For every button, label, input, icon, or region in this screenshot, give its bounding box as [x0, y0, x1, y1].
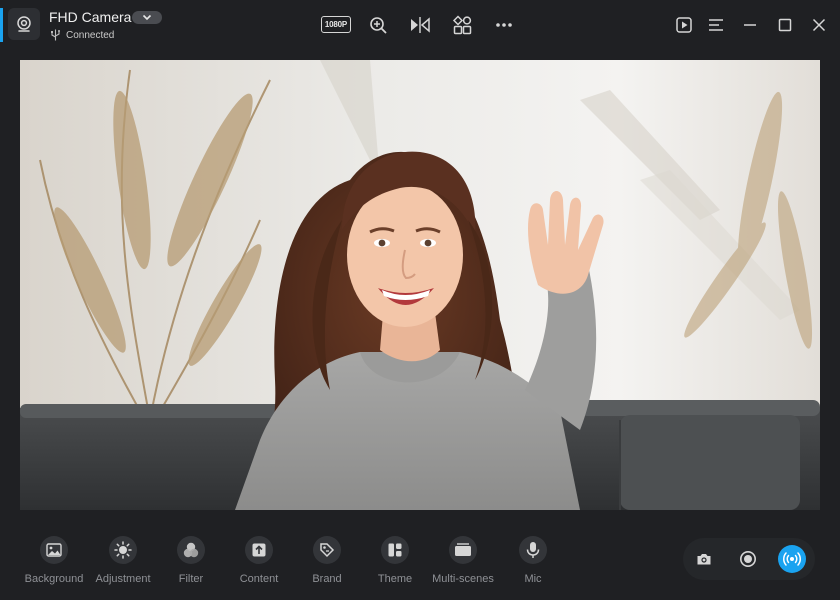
- connection-status: Connected: [51, 29, 114, 41]
- chevron-down-icon: [142, 14, 152, 21]
- microphone-icon: [519, 536, 547, 564]
- toolbar-brand-button[interactable]: Brand: [297, 536, 357, 596]
- toolbar-label: Brand: [312, 573, 342, 585]
- toolbar-label: Theme: [377, 573, 413, 585]
- camera-feed-image: [20, 60, 820, 510]
- toolbar-label: Mic: [524, 573, 542, 585]
- title-bar: FHD Camera Connected 1080P: [0, 0, 840, 50]
- toolbar-adjustment-button[interactable]: Adjustment: [93, 536, 153, 596]
- widgets-icon[interactable]: [450, 14, 474, 36]
- filter-icon: [177, 536, 205, 564]
- close-icon[interactable]: [807, 14, 831, 36]
- toolbar-background-button[interactable]: Background: [24, 536, 84, 596]
- camera-name: FHD Camera: [49, 9, 132, 25]
- theme-icon: [381, 536, 409, 564]
- record-icon[interactable]: [734, 545, 762, 573]
- scenes-icon: [449, 536, 477, 564]
- toolbar-label: Multi-scenes: [432, 573, 494, 585]
- live-broadcast-icon[interactable]: [778, 545, 806, 573]
- menu-icon[interactable]: [704, 14, 728, 36]
- toolbar-label: Content: [239, 573, 279, 585]
- toolbar-multi-scenes-button[interactable]: Multi-scenes: [432, 536, 494, 596]
- media-play-icon[interactable]: [672, 14, 696, 36]
- minimize-icon[interactable]: [738, 14, 762, 36]
- toolbar-label: Filter: [178, 573, 204, 585]
- toolbar-filter-button[interactable]: Filter: [161, 536, 221, 596]
- brightness-icon: [109, 536, 137, 564]
- toolbar-label: Adjustment: [95, 573, 151, 585]
- toolbar-content-button[interactable]: Content: [229, 536, 289, 596]
- mirror-icon[interactable]: [408, 14, 432, 36]
- resolution-button[interactable]: 1080P: [321, 16, 351, 33]
- more-icon[interactable]: [492, 14, 516, 36]
- toolbar-theme-button[interactable]: Theme: [365, 536, 425, 596]
- active-indicator: [0, 8, 3, 42]
- toolbar-mic-button[interactable]: Mic: [503, 536, 563, 596]
- status-text: Connected: [66, 29, 115, 41]
- upload-icon: [245, 536, 273, 564]
- image-icon: [40, 536, 68, 564]
- webcam-icon[interactable]: [8, 8, 40, 40]
- camera-preview[interactable]: [20, 60, 820, 510]
- zoom-in-icon[interactable]: [366, 14, 390, 36]
- maximize-icon[interactable]: [773, 14, 797, 36]
- tag-icon: [313, 536, 341, 564]
- camera-dropdown-button[interactable]: [132, 11, 162, 24]
- camera-icon[interactable]: [690, 545, 718, 573]
- usb-icon: [51, 29, 60, 41]
- toolbar-label: Background: [24, 573, 84, 585]
